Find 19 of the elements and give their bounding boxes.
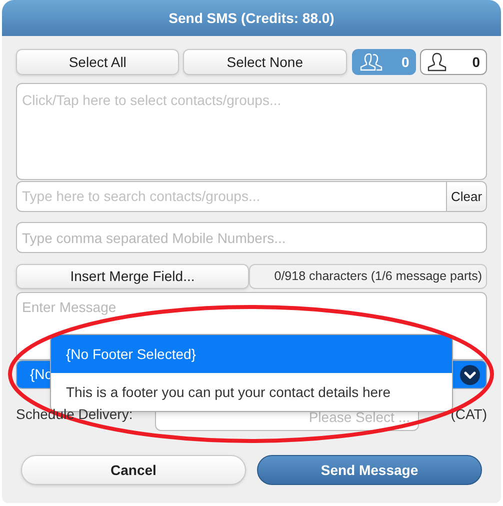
- person-icon: [427, 52, 448, 72]
- send-message-button[interactable]: Send Message: [257, 455, 482, 485]
- count-value: 0: [472, 52, 480, 72]
- dropdown-option[interactable]: {No Footer Selected}: [51, 335, 452, 373]
- count-value: 0: [401, 52, 410, 72]
- clear-button[interactable]: Clear: [446, 182, 486, 211]
- contacts-placeholder: Click/Tap here to select contacts/groups...: [22, 92, 282, 108]
- window-title: Send SMS (Credits: 88.0): [168, 8, 334, 28]
- insert-merge-field-button[interactable]: Insert Merge Field...: [16, 264, 249, 289]
- select-button[interactable]: Select None: [183, 49, 346, 75]
- count-badge[interactable]: 0: [420, 49, 488, 75]
- timezone-label: (CAT): [450, 405, 487, 424]
- character-count: 0/918 characters (1/6 message parts): [249, 264, 487, 289]
- chevron-down-icon: [460, 364, 480, 384]
- cancel-button[interactable]: Cancel: [21, 455, 246, 485]
- group-icon: [358, 52, 382, 72]
- mobile-numbers-field[interactable]: Type comma separated Mobile Numbers...: [16, 222, 487, 253]
- select-button[interactable]: Select All: [16, 49, 180, 75]
- search-field[interactable]: Type here to search contacts/groups... Clear: [16, 181, 487, 212]
